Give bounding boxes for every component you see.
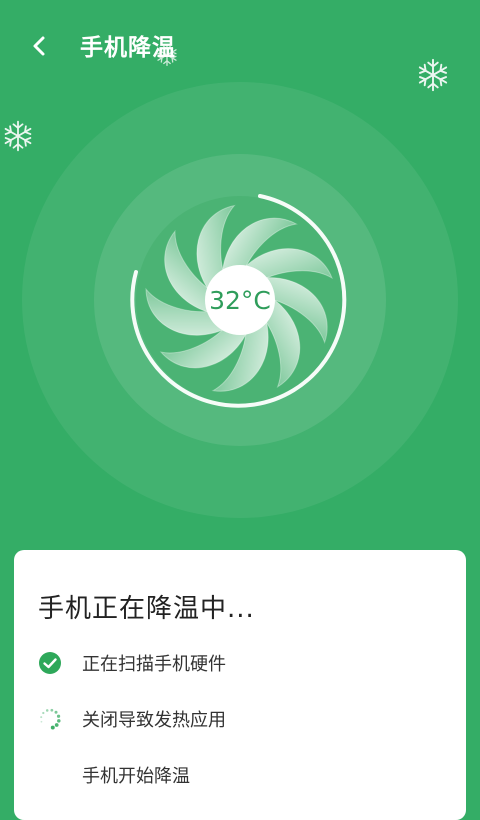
step-close-apps: 关闭导致发热应用 bbox=[38, 704, 226, 734]
pending-placeholder bbox=[38, 763, 62, 787]
spinner-dot bbox=[50, 708, 54, 712]
spinner-dot bbox=[57, 719, 61, 723]
temperature-badge: 32°C bbox=[205, 265, 275, 335]
step-scan-hardware: 正在扫描手机硬件 bbox=[38, 648, 226, 678]
spinner-dot bbox=[45, 709, 49, 712]
step-label: 正在扫描手机硬件 bbox=[82, 654, 226, 675]
spinner-dot bbox=[54, 723, 59, 727]
check-circle-icon bbox=[39, 652, 61, 674]
spinner-dot bbox=[40, 716, 43, 719]
step-label: 手机开始降温 bbox=[82, 766, 190, 787]
spinner-dot bbox=[50, 725, 55, 730]
loading-spinner-icon bbox=[40, 708, 61, 730]
spinner-dot bbox=[40, 720, 43, 723]
step-label: 关闭导致发热应用 bbox=[82, 710, 226, 731]
card-title: 手机正在降温中... bbox=[38, 594, 255, 624]
spinner-dot bbox=[56, 714, 61, 718]
cooling-status-card: 手机正在降温中... 正在扫描手机硬件 关闭导致发热应用 手机开始降温 bbox=[14, 550, 466, 820]
step-start-cooling: 手机开始降温 bbox=[38, 760, 190, 790]
spinner-dot bbox=[42, 711, 45, 715]
spinner-dot bbox=[54, 710, 58, 714]
